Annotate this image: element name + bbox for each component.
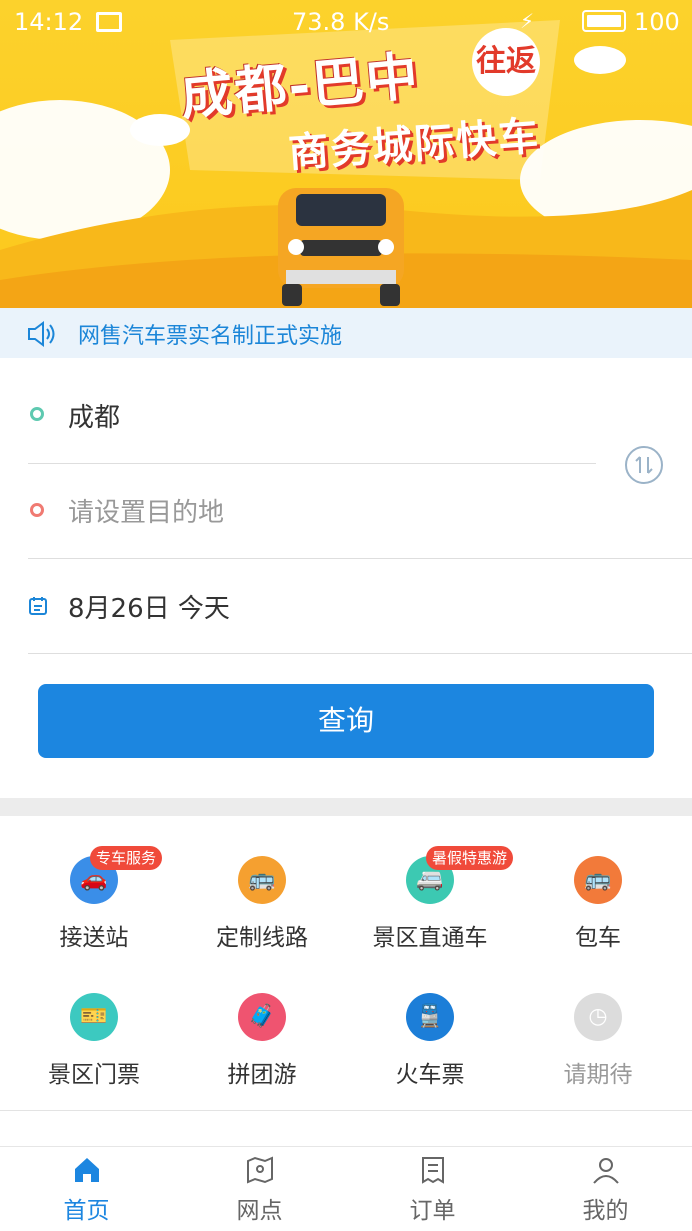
service-label: 火车票 xyxy=(395,1062,465,1088)
notice-text: 网售汽车票实名制正式实施 xyxy=(78,324,343,349)
service-label: 景区直通车 xyxy=(372,925,488,951)
swap-button[interactable] xyxy=(625,446,663,484)
tab-label: 我的 xyxy=(582,1198,629,1224)
swap-icon xyxy=(635,456,653,474)
destination-dot-icon xyxy=(30,503,44,517)
tab-label: 订单 xyxy=(409,1198,456,1224)
luggage-icon: 🧳 xyxy=(238,993,286,1041)
battery-icon xyxy=(582,10,626,32)
divider xyxy=(0,1110,692,1111)
charter-bus-icon: 🚌 xyxy=(574,856,622,904)
origin-field[interactable]: 成都 xyxy=(68,397,120,434)
tab-label: 网点 xyxy=(236,1198,283,1224)
signal-icon: ⚡ xyxy=(520,9,536,33)
clock-icon: ◷ xyxy=(574,993,622,1041)
speaker-icon xyxy=(28,321,55,347)
tab-orders[interactable]: 订单 xyxy=(346,1147,519,1231)
service-label: 接送站 xyxy=(59,925,129,951)
banner-badge: 往返 xyxy=(472,28,540,96)
query-button[interactable]: 查询 xyxy=(38,684,654,758)
service-label: 景区门票 xyxy=(48,1062,140,1088)
service-item[interactable]: 🚆 火车票 xyxy=(346,993,514,1113)
tab-outlets[interactable]: 网点 xyxy=(173,1147,346,1231)
divider xyxy=(28,653,692,654)
service-label: 定制线路 xyxy=(216,925,308,951)
order-icon xyxy=(422,1157,444,1184)
service-item[interactable]: 🚌 包车 xyxy=(514,856,682,976)
service-item[interactable]: 🚗 接送站 专车服务 xyxy=(10,846,178,976)
date-field[interactable]: 8月26日 今天 xyxy=(68,588,230,625)
service-label: 包车 xyxy=(575,925,621,951)
calendar-icon xyxy=(29,597,47,615)
service-item[interactable]: 🧳 拼团游 xyxy=(178,993,346,1113)
service-item[interactable]: 🚐 景区直通车 暑假特惠游 xyxy=(346,846,514,976)
train-icon: 🚆 xyxy=(406,993,454,1041)
service-item[interactable]: 🚌 定制线路 xyxy=(178,856,346,976)
home-icon xyxy=(75,1158,99,1182)
status-time: 14:12 xyxy=(14,8,84,36)
tab-profile[interactable]: 我的 xyxy=(519,1147,692,1231)
promo-badge: 专车服务 xyxy=(90,846,163,870)
custom-route-icon: 🚌 xyxy=(238,856,286,904)
gallery-icon xyxy=(96,12,122,32)
ticket-icon: 🎫 xyxy=(70,993,118,1041)
destination-field[interactable]: 请设置目的地 xyxy=(68,492,224,529)
promo-badge: 暑假特惠游 xyxy=(426,846,514,870)
service-item[interactable]: 🎫 景区门票 xyxy=(10,993,178,1113)
tab-label: 首页 xyxy=(63,1198,110,1224)
network-speed: 73.8 K/s xyxy=(292,8,390,36)
battery-level: 100 xyxy=(634,8,680,36)
service-label: 请期待 xyxy=(563,1062,633,1088)
status-bar: 14:12 73.8 K/s ⚡ 100 xyxy=(0,0,692,44)
tab-home[interactable]: 首页 xyxy=(0,1147,173,1231)
promo-banner[interactable]: 14:12 73.8 K/s ⚡ 100 成都-巴中 商务城际快车 往返 xyxy=(0,0,692,308)
origin-dot-icon xyxy=(30,407,44,421)
user-icon xyxy=(593,1158,619,1184)
service-item: ◷ 请期待 xyxy=(514,993,682,1113)
divider xyxy=(28,463,596,464)
section-gap xyxy=(0,798,692,816)
map-icon xyxy=(247,1156,273,1184)
service-label: 拼团游 xyxy=(227,1062,297,1088)
divider xyxy=(28,558,692,559)
bottom-tab-bar: 首页 网点 订单 我的 xyxy=(0,1146,692,1230)
